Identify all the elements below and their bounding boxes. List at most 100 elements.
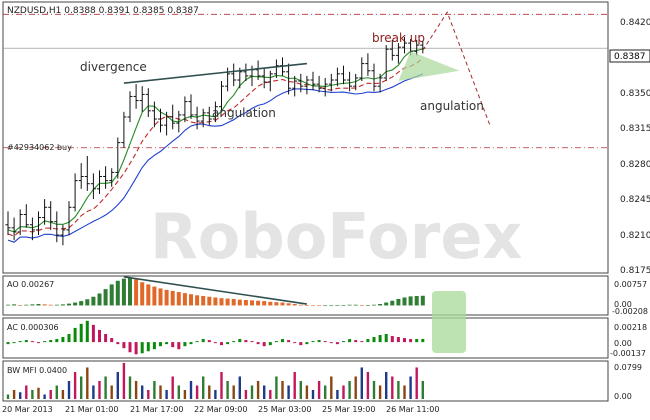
ac-bar bbox=[390, 336, 394, 343]
time-tick: 22 Mar 09:00 bbox=[194, 405, 247, 414]
mfi-bar bbox=[31, 389, 34, 399]
angulation-label-right: angulation bbox=[420, 99, 484, 113]
ao-bar bbox=[158, 288, 163, 306]
mfi-bar bbox=[324, 385, 327, 399]
ao-bar bbox=[250, 300, 254, 306]
ac-bar bbox=[238, 339, 242, 343]
mfi-bar bbox=[12, 389, 16, 399]
ao-bar bbox=[359, 305, 364, 306]
ao-bar bbox=[335, 305, 340, 306]
ao-bar bbox=[54, 304, 59, 306]
ac-label: AC 0.000306 bbox=[7, 323, 59, 332]
mfi-bar bbox=[80, 376, 83, 399]
ac-axis-tick: 0.00 bbox=[614, 339, 632, 348]
ac-bar bbox=[256, 342, 260, 345]
mfi-label: BW MFI 0.0400 bbox=[7, 366, 67, 375]
ao-bar bbox=[347, 304, 352, 306]
ac-bar bbox=[171, 342, 175, 348]
ao-bar bbox=[390, 300, 395, 306]
time-tick: 26 Mar 11:00 bbox=[386, 405, 439, 414]
mfi-bar bbox=[342, 385, 345, 399]
ao-bar bbox=[195, 295, 200, 306]
ao-bar bbox=[128, 277, 132, 306]
ao-bar bbox=[378, 304, 383, 306]
ac-bar bbox=[12, 342, 16, 344]
ac-bar bbox=[91, 324, 95, 343]
ac-bar bbox=[409, 339, 413, 343]
time-tick: 20 Mar 2013 bbox=[2, 405, 53, 414]
mfi-bar bbox=[281, 380, 284, 399]
mfi-bar bbox=[153, 380, 156, 399]
ao-bar bbox=[365, 305, 370, 306]
ac-bar bbox=[152, 342, 156, 350]
ac-bar bbox=[165, 342, 169, 345]
mfi-bar bbox=[250, 385, 254, 399]
mfi-bar bbox=[317, 380, 321, 399]
ac-bar bbox=[317, 340, 321, 343]
ac-bar bbox=[329, 342, 333, 344]
ac-bar bbox=[311, 341, 315, 343]
ao-bar bbox=[109, 284, 114, 306]
angulation-label-left: angulation bbox=[212, 106, 276, 120]
ao-bar bbox=[164, 289, 169, 306]
chart-window: RoboForex NZDUSD,H1 0.8388 0.8391 0.8385… bbox=[0, 0, 650, 416]
ac-bar bbox=[268, 342, 272, 346]
ao-axis-tick: -0.00208 bbox=[612, 307, 648, 316]
ao-bar bbox=[384, 302, 389, 306]
ao-bar bbox=[48, 304, 53, 306]
mfi-bar bbox=[238, 376, 241, 399]
ac-bar bbox=[110, 338, 114, 343]
ac-bar bbox=[415, 339, 419, 343]
mfi-bar bbox=[25, 385, 28, 399]
mfi-bar bbox=[128, 376, 132, 399]
ao-bar bbox=[60, 304, 65, 306]
mfi-bar bbox=[159, 385, 162, 399]
ao-bar bbox=[420, 295, 425, 306]
ac-axis-tick: -0.00137 bbox=[610, 349, 646, 358]
ao-bar bbox=[24, 304, 29, 306]
mfi-bar bbox=[360, 367, 363, 399]
ac-bar bbox=[116, 342, 120, 345]
ac-bar bbox=[37, 342, 40, 344]
ao-bar bbox=[414, 296, 419, 306]
ac-bar bbox=[195, 341, 199, 343]
ac-bar bbox=[220, 342, 223, 346]
ac-bar bbox=[207, 340, 211, 343]
mfi-bar bbox=[299, 380, 302, 399]
mfi-axis-tick: 0.00 bbox=[614, 392, 632, 401]
ao-bar bbox=[85, 299, 90, 306]
oscillator-highlight bbox=[432, 291, 466, 353]
ao-bar bbox=[304, 305, 309, 306]
ac-bar bbox=[104, 333, 108, 343]
mfi-bar bbox=[104, 376, 107, 399]
ao-bar bbox=[201, 296, 206, 306]
price-tick: 0.8245 bbox=[620, 195, 650, 205]
mfi-bar bbox=[330, 376, 333, 399]
mfi-bar bbox=[348, 380, 351, 399]
mfi-bar bbox=[293, 371, 296, 399]
price-chart[interactable]: RoboForex NZDUSD,H1 0.8388 0.8391 0.8385… bbox=[0, 0, 650, 416]
ao-bar bbox=[134, 279, 139, 306]
ac-bar bbox=[189, 342, 193, 345]
ao-bar bbox=[280, 302, 285, 306]
mfi-bar bbox=[171, 376, 174, 399]
ao-bar bbox=[97, 293, 102, 306]
ao-bar bbox=[311, 305, 315, 307]
mfi-bar bbox=[92, 385, 95, 399]
ac-bar bbox=[122, 342, 126, 349]
divergence-label: divergence bbox=[80, 60, 147, 74]
ac-bar bbox=[134, 342, 138, 355]
current-price-tag: 0.8387 bbox=[614, 52, 646, 62]
mfi-bar bbox=[244, 389, 248, 399]
ao-pane-frame bbox=[2, 275, 609, 316]
ac-bar bbox=[85, 320, 89, 343]
ao-bar bbox=[207, 296, 212, 306]
ac-bar bbox=[201, 339, 205, 343]
ao-bar bbox=[317, 305, 322, 307]
ac-bar bbox=[378, 335, 382, 343]
ac-bar bbox=[232, 341, 236, 343]
mfi-bar bbox=[134, 380, 138, 399]
ac-bar bbox=[244, 340, 248, 343]
ao-bar bbox=[213, 297, 218, 306]
ao-bar bbox=[268, 301, 273, 306]
